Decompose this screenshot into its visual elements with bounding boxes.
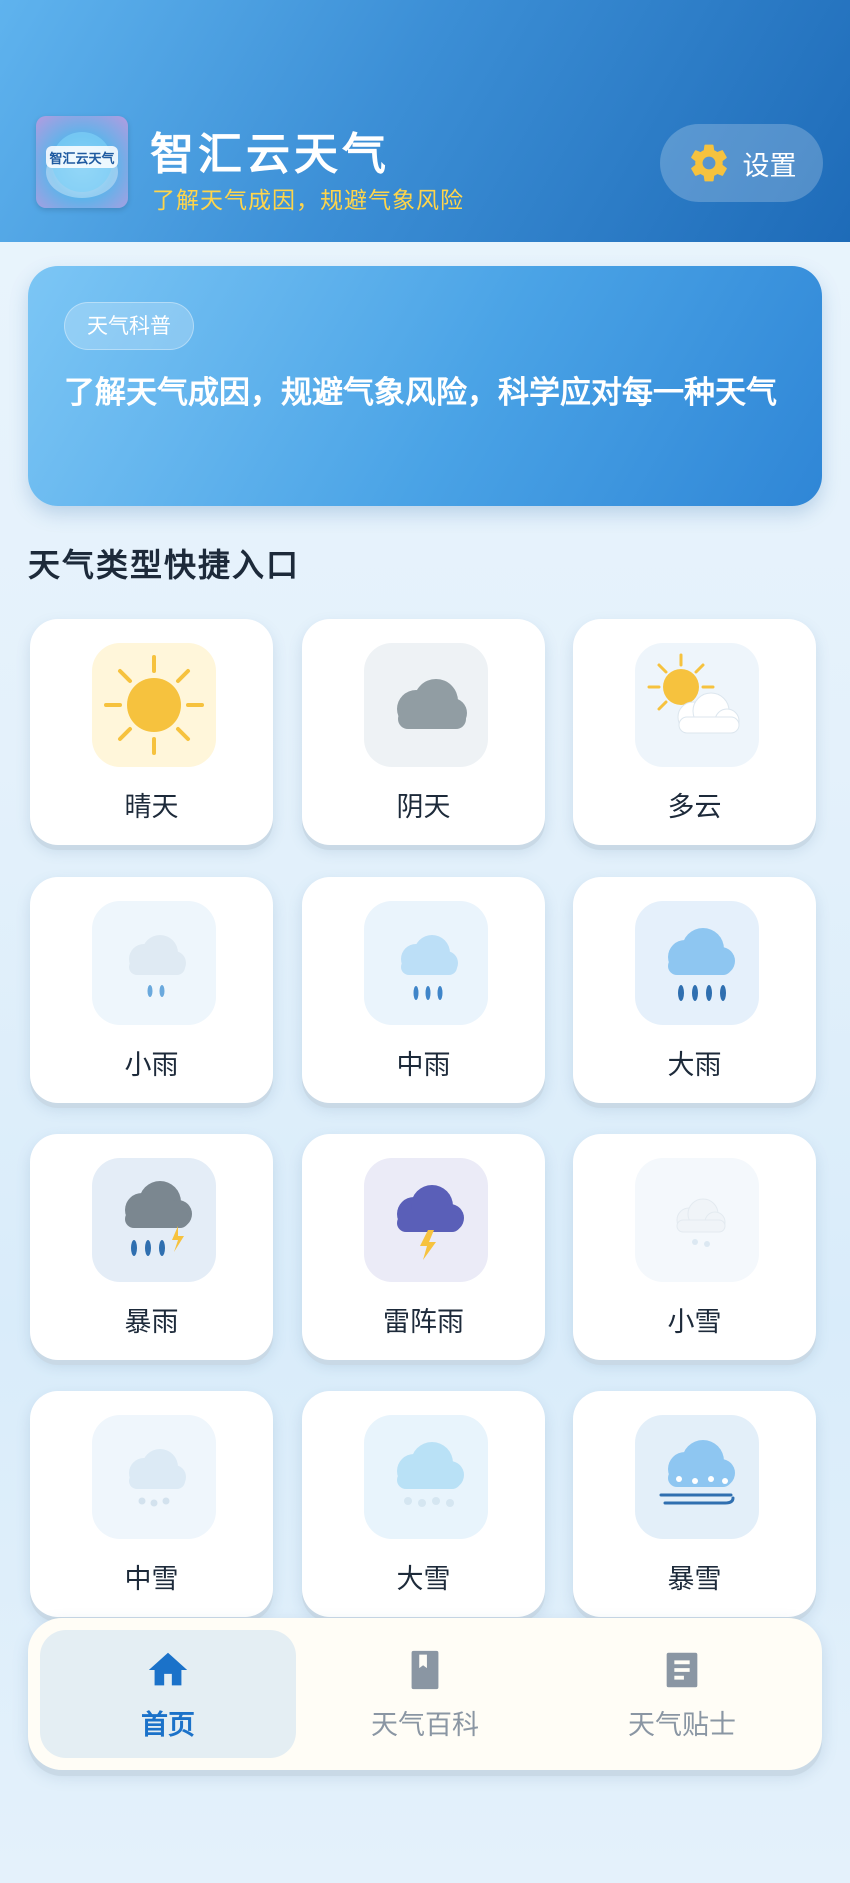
bottom-nav: 首页 天气百科 天气贴士 [28, 1618, 822, 1770]
light-snow-icon [635, 1158, 759, 1282]
gear-icon [690, 144, 727, 182]
nav-item-encyclopedia[interactable]: 天气百科 [297, 1630, 553, 1758]
weather-card-moderate-rain[interactable]: 中雨 [302, 877, 545, 1103]
promo-banner[interactable]: 天气科普 了解天气成因，规避气象风险，科学应对每一种天气 [28, 266, 822, 506]
logo-text: 智汇云天气 [49, 151, 114, 167]
weather-card-label: 小雪 [667, 1307, 722, 1338]
weather-card-label: 暴雪 [667, 1564, 722, 1595]
weather-card-thunderstorm[interactable]: 雷阵雨 [302, 1134, 545, 1360]
weather-card-label: 多云 [667, 792, 722, 823]
section-title: 天气类型快捷入口 [28, 546, 301, 584]
app-title: 智汇云天气 [150, 129, 390, 180]
moderate-snow-icon [92, 1415, 216, 1539]
logo-cloud-icon: 智汇云天气 [46, 132, 118, 198]
banner-tag: 天气科普 [64, 302, 194, 350]
app-subtitle: 了解天气成因，规避气象风险 [152, 188, 464, 214]
nav-label: 天气贴士 [628, 1709, 736, 1741]
weather-card-label: 阴天 [396, 792, 451, 823]
weather-card-label: 暴雨 [124, 1307, 179, 1338]
rainstorm-icon [92, 1158, 216, 1282]
sunny-icon [92, 643, 216, 767]
blizzard-icon [635, 1415, 759, 1539]
book-icon [411, 1650, 439, 1689]
home-icon [148, 1652, 188, 1685]
weather-card-light-rain[interactable]: 小雨 [30, 877, 273, 1103]
moderate-rain-icon [364, 901, 488, 1025]
app-header: 智汇云天气 智汇云天气 了解天气成因，规避气象风险 设置 [0, 0, 850, 242]
weather-card-moderate-snow[interactable]: 中雪 [30, 1391, 273, 1617]
weather-card-label: 中雪 [124, 1564, 179, 1595]
weather-card-label: 晴天 [124, 792, 179, 823]
weather-card-sunny[interactable]: 晴天 [30, 619, 273, 845]
weather-card-heavy-rain[interactable]: 大雨 [573, 877, 816, 1103]
weather-card-label: 雷阵雨 [383, 1307, 464, 1338]
banner-text: 了解天气成因，规避气象风险，科学应对每一种天气 [64, 375, 777, 411]
overcast-icon [364, 643, 488, 767]
heavy-snow-icon [364, 1415, 488, 1539]
nav-item-tips[interactable]: 天气贴士 [554, 1630, 810, 1758]
weather-card-rainstorm[interactable]: 暴雨 [30, 1134, 273, 1360]
weather-card-label: 小雨 [124, 1050, 179, 1081]
weather-card-overcast[interactable]: 阴天 [302, 619, 545, 845]
settings-label: 设置 [742, 150, 797, 182]
partly-cloudy-icon [635, 643, 759, 767]
notes-icon [666, 1652, 698, 1687]
nav-label: 首页 [141, 1709, 195, 1741]
nav-item-home[interactable]: 首页 [40, 1630, 296, 1758]
weather-card-label: 大雨 [667, 1050, 722, 1081]
weather-card-heavy-snow[interactable]: 大雪 [302, 1391, 545, 1617]
heavy-rain-icon [635, 901, 759, 1025]
weather-card-partly-cloudy[interactable]: 多云 [573, 619, 816, 845]
weather-card-label: 大雪 [396, 1564, 451, 1595]
weather-card-light-snow[interactable]: 小雪 [573, 1134, 816, 1360]
weather-card-blizzard[interactable]: 暴雪 [573, 1391, 816, 1617]
settings-button[interactable]: 设置 [660, 124, 823, 202]
nav-label: 天气百科 [371, 1709, 479, 1741]
thunderstorm-icon [364, 1158, 488, 1282]
weather-card-label: 中雨 [396, 1050, 451, 1081]
light-rain-icon [92, 901, 216, 1025]
app-logo: 智汇云天气 [36, 116, 128, 208]
